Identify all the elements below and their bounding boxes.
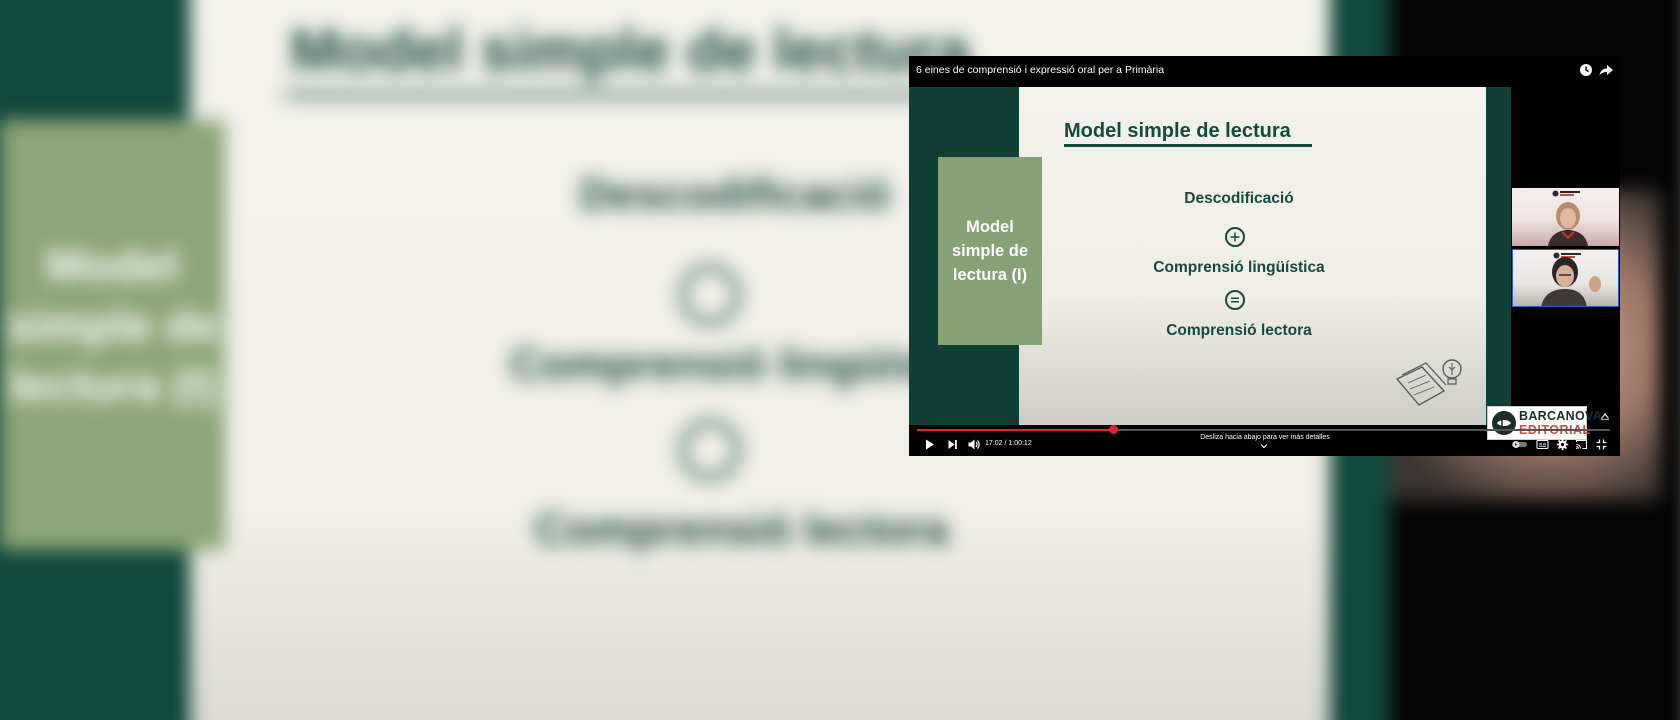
webcam-tile-active[interactable] — [1512, 249, 1619, 307]
volume-icon[interactable] — [967, 438, 980, 451]
share-icon[interactable] — [1598, 62, 1614, 78]
captions-icon[interactable] — [1536, 438, 1549, 451]
background-box-label: Model simple de lectura (I) — [6, 239, 219, 411]
participant-silhouette-icon — [1541, 257, 1601, 306]
swipe-hint-text[interactable]: Desliza hacia abajo para ver más detalle… — [1159, 434, 1371, 441]
clock-icon[interactable] — [1578, 62, 1594, 78]
next-icon[interactable] — [946, 438, 959, 451]
presentation-slide: Model simple de lectura (I) Model simple… — [909, 87, 1511, 425]
background-plus-icon — [680, 265, 740, 325]
slide-term-linguistic: Comprensió lingüística — [1153, 259, 1325, 276]
cast-icon[interactable] — [1575, 438, 1588, 451]
equals-icon — [1225, 290, 1245, 310]
background-term: Descodificació — [580, 170, 891, 219]
progress-fill — [917, 429, 1114, 431]
participant-silhouette-icon — [1548, 202, 1588, 246]
plus-icon — [1225, 227, 1245, 247]
slide-box-label: Model simple de lectura (I) — [951, 218, 1029, 284]
chevron-down-icon[interactable] — [1260, 443, 1268, 449]
player-title-bar: 6 eines de comprensió i expressió oral p… — [909, 56, 1620, 86]
chevron-up-icon[interactable] — [1600, 412, 1610, 420]
watermark-brand: BARCANOVA — [1519, 409, 1603, 423]
webcam-panel — [1511, 87, 1620, 425]
background-term: Comprensió lectora — [535, 505, 949, 554]
exit-fullscreen-icon[interactable] — [1595, 438, 1608, 451]
video-title[interactable]: 6 eines de comprensió i expressió oral p… — [916, 64, 1164, 76]
time-display: 17:02 / 1:00:12 — [985, 440, 1032, 447]
player-controls: 17:02 / 1:00:12 Desliza hacia abajo para… — [909, 425, 1620, 456]
book-lightbulb-icon — [1395, 359, 1462, 406]
slide-title: Model simple de lectura — [1064, 120, 1291, 142]
webcam-tile[interactable] — [1512, 188, 1619, 246]
barcanova-logo-icon — [1552, 190, 1580, 197]
play-icon[interactable] — [923, 438, 936, 451]
video-player[interactable]: 6 eines de comprensió i expressió oral p… — [909, 56, 1620, 456]
slide-term-reading: Comprensió lectora — [1166, 322, 1312, 339]
progress-bar[interactable] — [917, 425, 1610, 434]
slide-title-underline — [1064, 144, 1312, 147]
progress-scrubber-handle[interactable] — [1109, 425, 1119, 434]
background-slide-title: Model simple de lectura — [290, 17, 971, 84]
autoplay-toggle-icon[interactable] — [1511, 438, 1528, 451]
settings-icon[interactable] — [1556, 438, 1569, 451]
background-equals-icon — [680, 420, 740, 480]
slide-term-decoding: Descodificació — [1184, 190, 1294, 207]
